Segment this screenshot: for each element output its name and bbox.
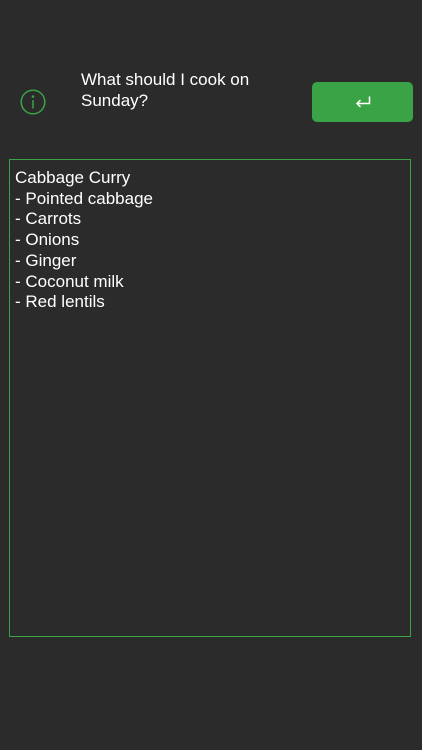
submit-button[interactable]: [312, 82, 413, 122]
ingredient-line: - Ginger: [15, 250, 77, 270]
ingredient-line: - Onions: [15, 230, 80, 250]
recipe-title: Cabbage Curry: [15, 168, 131, 187]
ingredient-line: - Carrots: [15, 209, 82, 229]
ingredient-line: - Pointed cabbage: [15, 188, 153, 208]
result-text-area[interactable]: Cabbage Curry - Pointed cabbage - Carrot…: [9, 159, 411, 637]
info-circle-icon: [20, 89, 46, 115]
info-button[interactable]: [20, 89, 46, 115]
recipe-text: Cabbage Curry - Pointed cabbage - Carrot…: [15, 168, 405, 313]
question-text: What should I cook on Sunday?: [81, 70, 250, 110]
ingredient-line: - Coconut milk: [15, 271, 124, 291]
return-arrow-icon: [355, 96, 370, 108]
ingredient-line: - Red lentils: [15, 292, 105, 312]
